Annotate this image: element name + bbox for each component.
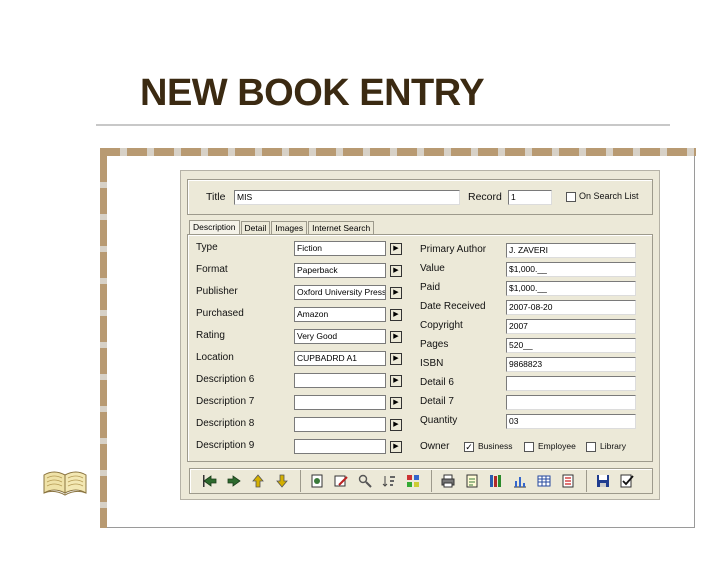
open-book-icon bbox=[43, 471, 87, 496]
list-icon[interactable] bbox=[558, 471, 578, 491]
description9-dropdown-arrow-icon[interactable]: ▶ bbox=[390, 441, 402, 453]
description-panel: Type Format Publisher Purchased Rating L… bbox=[187, 234, 653, 462]
dashed-border-left bbox=[100, 156, 107, 528]
description8-dropdown-arrow-icon[interactable]: ▶ bbox=[390, 419, 402, 431]
rating-select[interactable]: Very Good bbox=[294, 329, 386, 344]
next-record-icon[interactable] bbox=[248, 471, 268, 491]
toolbar-separator bbox=[431, 470, 432, 492]
chart-icon[interactable] bbox=[510, 471, 530, 491]
on-search-list-checkbox[interactable] bbox=[566, 192, 576, 202]
field-label: Value bbox=[420, 263, 445, 274]
isbn-input[interactable]: 9868823 bbox=[506, 357, 636, 372]
description6-dropdown-arrow-icon[interactable]: ▶ bbox=[390, 375, 402, 387]
primary-author-input[interactable]: J. ZAVERI bbox=[506, 243, 636, 258]
done-icon[interactable] bbox=[617, 471, 637, 491]
field-label: Detail 6 bbox=[420, 377, 454, 388]
toolbar-separator bbox=[300, 470, 301, 492]
owner-library-checkbox[interactable] bbox=[586, 442, 596, 452]
tab-strip: Description Detail Images Internet Searc… bbox=[189, 220, 375, 235]
table-icon[interactable] bbox=[534, 471, 554, 491]
copyright-input[interactable]: 2007 bbox=[506, 319, 636, 334]
edit-record-icon[interactable] bbox=[331, 471, 351, 491]
field-label: Description 6 bbox=[196, 374, 255, 385]
field-label: Primary Author bbox=[420, 244, 487, 255]
field-label: Purchased bbox=[196, 308, 244, 319]
record-input[interactable]: 1 bbox=[508, 190, 552, 205]
save-icon[interactable] bbox=[593, 471, 613, 491]
owner-business-label: Business bbox=[478, 441, 513, 451]
slide-title: NEW BOOK ENTRY bbox=[140, 72, 485, 114]
purchased-select[interactable]: Amazon bbox=[294, 307, 386, 322]
field-label: Format bbox=[196, 264, 228, 275]
tab-description[interactable]: Description bbox=[189, 220, 240, 235]
description7-select[interactable] bbox=[294, 395, 386, 410]
last-record-icon[interactable] bbox=[272, 471, 292, 491]
on-search-list-label: On Search List bbox=[579, 191, 639, 201]
field-label: Detail 7 bbox=[420, 396, 454, 407]
field-label: Pages bbox=[420, 339, 449, 350]
owner-employee-checkbox[interactable] bbox=[524, 442, 534, 452]
value-input[interactable]: $1,000.__ bbox=[506, 262, 636, 277]
field-label: Description 7 bbox=[196, 396, 255, 407]
tab-images[interactable]: Images bbox=[271, 221, 308, 235]
owner-library-label: Library bbox=[600, 441, 626, 451]
field-label: Rating bbox=[196, 330, 225, 341]
location-dropdown-arrow-icon[interactable]: ▶ bbox=[390, 353, 402, 365]
format-select[interactable]: Paperback bbox=[294, 263, 386, 278]
tab-detail[interactable]: Detail bbox=[240, 221, 271, 235]
detail6-input[interactable] bbox=[506, 376, 636, 391]
field-label: Date Received bbox=[420, 301, 486, 312]
rating-dropdown-arrow-icon[interactable]: ▶ bbox=[390, 331, 402, 343]
paid-input[interactable]: $1,000.__ bbox=[506, 281, 636, 296]
toolbar-separator bbox=[586, 470, 587, 492]
pages-input[interactable]: 520__ bbox=[506, 338, 636, 353]
header-group: Title MIS Record 1 On Search List bbox=[187, 179, 653, 215]
field-label: Description 9 bbox=[196, 440, 255, 451]
field-label: Description 8 bbox=[196, 418, 255, 429]
description7-dropdown-arrow-icon[interactable]: ▶ bbox=[390, 397, 402, 409]
first-record-icon[interactable] bbox=[200, 471, 220, 491]
field-label: ISBN bbox=[420, 358, 444, 369]
print-icon[interactable] bbox=[438, 471, 458, 491]
field-label: Publisher bbox=[196, 286, 238, 297]
publisher-dropdown-arrow-icon[interactable]: ▶ bbox=[390, 287, 402, 299]
type-dropdown-arrow-icon[interactable]: ▶ bbox=[390, 243, 402, 255]
find-icon[interactable] bbox=[355, 471, 375, 491]
owner-label: Owner bbox=[420, 441, 450, 452]
filter-icon[interactable] bbox=[403, 471, 423, 491]
owner-employee-label: Employee bbox=[538, 441, 576, 451]
owner-business-checkbox[interactable]: ✓ bbox=[464, 442, 474, 452]
record-label: Record bbox=[468, 191, 502, 203]
date-received-input[interactable]: 2007-08-20 bbox=[506, 300, 636, 315]
format-dropdown-arrow-icon[interactable]: ▶ bbox=[390, 265, 402, 277]
purchased-dropdown-arrow-icon[interactable]: ▶ bbox=[390, 309, 402, 321]
field-label: Copyright bbox=[420, 320, 463, 331]
description9-select[interactable] bbox=[294, 439, 386, 454]
previous-record-icon[interactable] bbox=[224, 471, 244, 491]
title-input[interactable]: MIS bbox=[234, 190, 460, 205]
books-icon[interactable] bbox=[486, 471, 506, 491]
report-icon[interactable] bbox=[462, 471, 482, 491]
quantity-input[interactable]: 03 bbox=[506, 414, 636, 429]
book-entry-window: Title MIS Record 1 On Search List Descri… bbox=[180, 170, 660, 500]
dashed-border-top bbox=[100, 148, 696, 156]
tab-internet-search[interactable]: Internet Search bbox=[308, 221, 375, 235]
title-label: Title bbox=[206, 191, 226, 203]
new-record-icon[interactable] bbox=[307, 471, 327, 491]
publisher-select[interactable]: Oxford University Press bbox=[294, 285, 386, 300]
field-label: Type bbox=[196, 242, 218, 253]
description8-select[interactable] bbox=[294, 417, 386, 432]
type-select[interactable]: Fiction bbox=[294, 241, 386, 256]
field-label: Quantity bbox=[420, 415, 458, 426]
field-label: Paid bbox=[420, 282, 441, 293]
field-label: Location bbox=[196, 352, 234, 363]
location-select[interactable]: CUPBADRD A1 bbox=[294, 351, 386, 366]
sort-icon[interactable] bbox=[379, 471, 399, 491]
detail7-input[interactable] bbox=[506, 395, 636, 410]
description6-select[interactable] bbox=[294, 373, 386, 388]
record-toolbar bbox=[189, 468, 653, 494]
title-divider bbox=[96, 124, 670, 126]
